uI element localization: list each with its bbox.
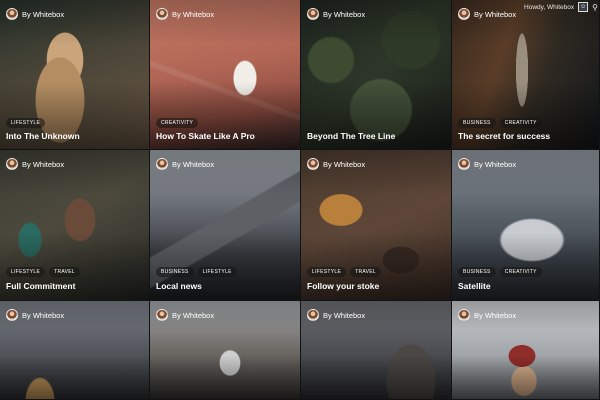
post-author[interactable]: By Whitebox xyxy=(6,158,64,170)
post-tag[interactable]: LIFESTYLE xyxy=(6,118,46,128)
post-author[interactable]: By Whitebox xyxy=(458,8,516,20)
author-name: By Whitebox xyxy=(172,9,215,19)
post-tag[interactable]: LIFESTYLE xyxy=(6,267,46,277)
author-name: By Whitebox xyxy=(474,159,517,169)
post-author[interactable]: By Whitebox xyxy=(156,309,214,321)
post-title[interactable]: Local news xyxy=(156,281,202,291)
avatar xyxy=(156,309,168,321)
post-title[interactable]: Satellite xyxy=(458,281,491,291)
post-card[interactable]: By Whitebox xyxy=(150,301,301,400)
post-title[interactable]: Into The Unknown xyxy=(6,131,80,141)
post-card[interactable]: By Whitebox xyxy=(301,301,452,400)
post-card[interactable]: By Whitebox xyxy=(452,301,600,400)
post-tag[interactable]: LIFESTYLE xyxy=(197,267,237,277)
avatar xyxy=(6,158,18,170)
avatar xyxy=(6,309,18,321)
post-author[interactable]: By Whitebox xyxy=(6,8,64,20)
post-tags: LIFESTYLE xyxy=(6,118,46,128)
post-tags: LIFESTYLE TRAVEL xyxy=(6,267,80,277)
author-name: By Whitebox xyxy=(172,310,215,320)
post-title[interactable]: How To Skate Like A Pro xyxy=(156,131,255,141)
post-tags: LIFESTYLE TRAVEL xyxy=(307,267,381,277)
author-name: By Whitebox xyxy=(474,9,517,19)
post-author[interactable]: By Whitebox xyxy=(156,158,214,170)
post-title[interactable]: Full Commitment xyxy=(6,281,75,291)
post-tags: BUSINESS LIFESTYLE xyxy=(156,267,237,277)
post-card[interactable]: By Whitebox BUSINESS LIFESTYLE Local new… xyxy=(150,150,301,301)
author-name: By Whitebox xyxy=(323,9,366,19)
post-tag[interactable]: CREATIVITY xyxy=(499,267,542,277)
avatar xyxy=(458,309,470,321)
search-icon[interactable]: ⚲ xyxy=(592,3,598,12)
post-card[interactable]: By Whitebox Beyond The Tree Line xyxy=(301,0,452,150)
author-name: By Whitebox xyxy=(22,9,65,19)
post-tag[interactable]: TRAVEL xyxy=(350,267,381,277)
avatar xyxy=(156,8,168,20)
avatar xyxy=(458,158,470,170)
avatar xyxy=(307,8,319,20)
avatar xyxy=(156,158,168,170)
avatar xyxy=(307,158,319,170)
post-card[interactable]: By Whitebox LIFESTYLE TRAVEL Full Commit… xyxy=(0,150,150,301)
author-name: By Whitebox xyxy=(22,159,65,169)
avatar xyxy=(6,8,18,20)
post-card[interactable]: By Whitebox xyxy=(0,301,150,400)
post-card[interactable]: By Whitebox CREATIVITY How To Skate Like… xyxy=(150,0,301,150)
post-tags: CREATIVITY xyxy=(156,118,199,128)
post-author[interactable]: By Whitebox xyxy=(307,8,365,20)
avatar xyxy=(458,8,470,20)
post-tags: BUSINESS CREATIVITY xyxy=(458,118,542,128)
post-author[interactable]: By Whitebox xyxy=(6,309,64,321)
post-card[interactable]: By Whitebox LIFESTYLE TRAVEL Follow your… xyxy=(301,150,452,301)
post-tag[interactable]: BUSINESS xyxy=(458,267,496,277)
post-tag[interactable]: TRAVEL xyxy=(49,267,80,277)
admin-bar: Howdy, Whitebox ☺ ⚲ xyxy=(524,2,598,12)
post-card[interactable]: By Whitebox BUSINESS CREATIVITY Satellit… xyxy=(452,150,600,301)
post-author[interactable]: By Whitebox xyxy=(458,158,516,170)
post-tag[interactable]: LIFESTYLE xyxy=(307,267,347,277)
post-title[interactable]: Beyond The Tree Line xyxy=(307,131,395,141)
post-author[interactable]: By Whitebox xyxy=(307,158,365,170)
post-tag[interactable]: CREATIVITY xyxy=(499,118,542,128)
post-tag[interactable]: BUSINESS xyxy=(458,118,496,128)
post-tag[interactable]: CREATIVITY xyxy=(156,118,199,128)
post-card[interactable]: By Whitebox BUSINESS CREATIVITY The secr… xyxy=(452,0,600,150)
avatar xyxy=(307,309,319,321)
posts-grid: By Whitebox LIFESTYLE Into The Unknown B… xyxy=(0,0,600,400)
post-title[interactable]: Follow your stoke xyxy=(307,281,379,291)
user-avatar-icon[interactable]: ☺ xyxy=(578,2,589,12)
author-name: By Whitebox xyxy=(22,310,65,320)
author-name: By Whitebox xyxy=(172,159,215,169)
author-name: By Whitebox xyxy=(474,310,517,320)
author-name: By Whitebox xyxy=(323,310,366,320)
post-tag[interactable]: BUSINESS xyxy=(156,267,194,277)
post-tags: BUSINESS CREATIVITY xyxy=(458,267,542,277)
author-name: By Whitebox xyxy=(323,159,366,169)
post-author[interactable]: By Whitebox xyxy=(156,8,214,20)
admin-greeting[interactable]: Howdy, Whitebox xyxy=(524,4,574,11)
post-author[interactable]: By Whitebox xyxy=(458,309,516,321)
post-author[interactable]: By Whitebox xyxy=(307,309,365,321)
post-card[interactable]: By Whitebox LIFESTYLE Into The Unknown xyxy=(0,0,150,150)
post-title[interactable]: The secret for success xyxy=(458,131,550,141)
